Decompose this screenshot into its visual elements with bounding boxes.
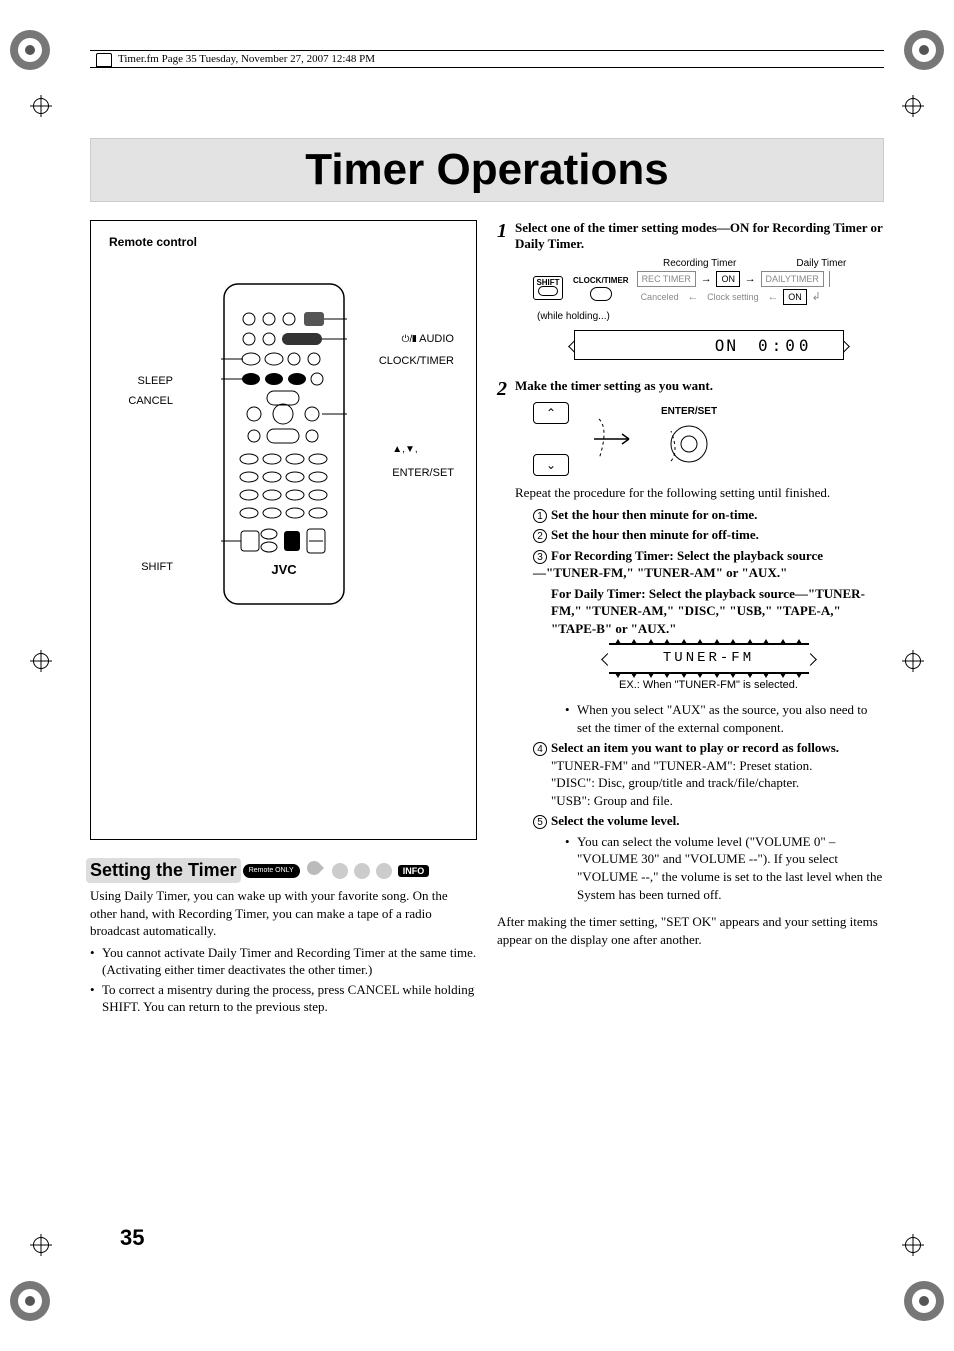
step-2-repeat-text: Repeat the procedure for the following s… xyxy=(515,484,884,502)
crop-mark-icon xyxy=(10,1281,50,1321)
arrow-down-left-icon: ↲ xyxy=(812,291,821,303)
flow-on-2: ON xyxy=(783,289,807,305)
step-2-diagram: ⌃ ⌄ ENTER/SET xyxy=(533,402,884,476)
note-item: You cannot activate Daily Timer and Reco… xyxy=(90,944,477,979)
substep-4: 4Select an item you want to play or reco… xyxy=(533,739,884,809)
registration-cross-icon xyxy=(30,650,52,672)
lcd-source-display: TUNER-FM xyxy=(609,643,809,674)
registration-cross-icon xyxy=(902,1234,924,1256)
dvd-disc-icon xyxy=(306,860,326,881)
volume-note: You can select the volume level ("VOLUME… xyxy=(565,833,884,903)
flow-rec-timer: REC TIMER xyxy=(637,271,696,287)
circled-4-icon: 4 xyxy=(533,742,547,756)
registration-cross-icon xyxy=(30,95,52,117)
clock-timer-key-icon: CLOCK/TIMER xyxy=(573,276,629,301)
lcd-source-text: TUNER-FM xyxy=(663,650,754,666)
circled-5-icon: 5 xyxy=(533,815,547,829)
enter-set-button-icon xyxy=(659,419,719,469)
step-2-lead: Make the timer setting as you want. xyxy=(515,378,884,394)
crop-mark-icon xyxy=(904,1281,944,1321)
recording-timer-label: Recording Timer xyxy=(663,258,736,269)
step-number: 1 xyxy=(497,220,515,366)
note-item: To correct a misentry during the process… xyxy=(90,981,477,1016)
up-down-arrows-icon: ▲,▼, xyxy=(392,444,417,455)
registration-cross-icon xyxy=(902,95,924,117)
callout-shift: SHIFT xyxy=(113,561,173,573)
document-header-line: Timer.fm Page 35 Tuesday, November 27, 2… xyxy=(90,50,884,68)
callout-sleep: SLEEP xyxy=(113,375,173,387)
substep-3-daily: For Daily Timer: Select the playback sou… xyxy=(551,585,884,638)
shift-key-icon: SHIFT xyxy=(533,276,563,300)
page-title: Timer Operations xyxy=(91,145,883,195)
remote-control-figure: Remote control ⏻/❚ AUDIO CLOCK/TIMER ▲,▼… xyxy=(90,220,477,840)
step-1: 1 Select one of the timer setting modes—… xyxy=(497,220,884,366)
page: Timer.fm Page 35 Tuesday, November 27, 2… xyxy=(0,0,954,1351)
arrow-left-icon: ← xyxy=(767,291,778,303)
lcd-display: ON 0:00 xyxy=(574,330,844,360)
aux-note: When you select "AUX" as the source, you… xyxy=(565,701,884,736)
section-heading-row: Setting the Timer Remote ONLY INFO xyxy=(90,860,477,881)
page-title-band: Timer Operations xyxy=(90,138,884,202)
substep-5: 5Select the volume level. You can select… xyxy=(533,812,884,903)
step-2-closing: After making the timer setting, "SET OK"… xyxy=(497,913,884,948)
flow-on-1: ON xyxy=(716,271,740,287)
remote-box-label: Remote control xyxy=(109,235,458,249)
daily-timer-label: Daily Timer xyxy=(796,258,846,269)
flow-daily-timer: DAILYTIMER xyxy=(761,271,824,287)
substep-1: 1Set the hour then minute for on-time. xyxy=(533,506,884,524)
crop-mark-icon xyxy=(904,30,944,70)
while-holding-label: (while holding...) xyxy=(537,311,884,322)
header-text: Timer.fm Page 35 Tuesday, November 27, 2… xyxy=(118,53,375,65)
enter-set-label: ENTER/SET xyxy=(659,406,719,417)
page-number: 35 xyxy=(120,1225,144,1251)
disc-icon xyxy=(354,863,370,879)
remote-only-badge: Remote ONLY xyxy=(243,864,300,878)
info-badge: INFO xyxy=(398,865,430,877)
crop-mark-icon xyxy=(10,30,50,70)
callout-clock-timer: CLOCK/TIMER xyxy=(379,355,454,367)
substep-3: 3For Recording Timer: Select the playbac… xyxy=(533,547,884,737)
step-1-lead: Select one of the timer setting modes—ON… xyxy=(515,220,884,252)
circled-3-icon: 3 xyxy=(533,550,547,564)
lcd-time-text: 0:00 xyxy=(758,336,813,355)
registration-cross-icon xyxy=(30,1234,52,1256)
registration-cross-icon xyxy=(902,650,924,672)
press-arrow-icon xyxy=(589,404,639,474)
substep-2: 2Set the hour then minute for off-time. xyxy=(533,526,884,544)
substep-4-line-b: "DISC": Disc, group/title and track/file… xyxy=(551,774,884,792)
callout-enter-set: ▲,▼, ENTER/SET xyxy=(392,431,454,479)
section-notes: You cannot activate Daily Timer and Reco… xyxy=(90,944,477,1016)
section-heading: Setting the Timer xyxy=(90,860,237,881)
right-column: 1 Select one of the timer setting modes—… xyxy=(497,220,884,1018)
step-1-diagram: Recording Timer Daily Timer SHIFT CLOCK/… xyxy=(533,258,884,360)
callout-audio: ⏻/❚ AUDIO xyxy=(402,333,454,345)
substep-4-line-c: "USB": Group and file. xyxy=(551,792,884,810)
left-column: Remote control ⏻/❚ AUDIO CLOCK/TIMER ▲,▼… xyxy=(90,220,477,1018)
down-arrow-button-icon: ⌄ xyxy=(533,454,569,476)
disc-icon xyxy=(332,863,348,879)
remote-brand-text: JVC xyxy=(271,562,297,577)
power-audio-icon: ⏻/❚ xyxy=(402,334,420,345)
up-arrow-button-icon: ⌃ xyxy=(533,402,569,424)
arrow-right-icon: → xyxy=(745,273,756,285)
callout-cancel: CANCEL xyxy=(113,395,173,407)
flow-clock-setting: Clock setting xyxy=(703,289,763,305)
lcd-on-text: ON xyxy=(715,336,738,355)
flow-canceled: Canceled xyxy=(637,289,683,305)
circled-1-icon: 1 xyxy=(533,509,547,523)
arrow-left-icon: ← xyxy=(687,291,698,303)
step-2: 2 Make the timer setting as you want. ⌃ … xyxy=(497,378,884,948)
step-number: 2 xyxy=(497,378,515,948)
step-2-substeps: 1Set the hour then minute for on-time. 2… xyxy=(533,506,884,904)
circled-2-icon: 2 xyxy=(533,529,547,543)
example-caption: EX.: When "TUNER-FM" is selected. xyxy=(533,678,884,693)
section-intro: Using Daily Timer, you can wake up with … xyxy=(90,887,477,940)
arrow-right-icon: → xyxy=(701,273,712,285)
substep-4-line-a: "TUNER-FM" and "TUNER-AM": Preset statio… xyxy=(551,757,884,775)
disc-icon xyxy=(376,863,392,879)
